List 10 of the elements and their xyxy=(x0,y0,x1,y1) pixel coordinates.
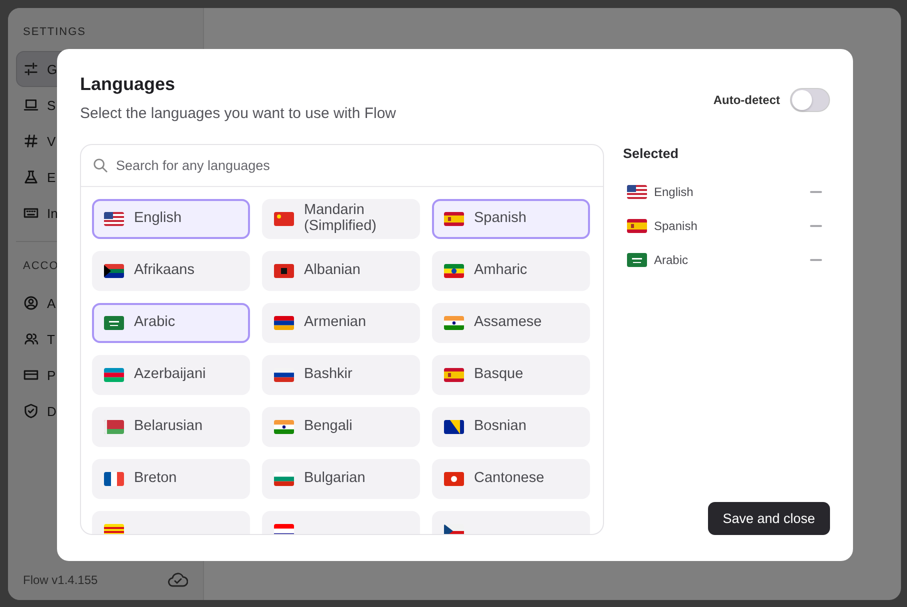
dialog-subtitle: Select the languages you want to use with Flow xyxy=(80,105,396,122)
selected-language: Arabic xyxy=(623,243,830,277)
selected-heading: Selected xyxy=(623,146,680,161)
toggle-label: Auto-detect xyxy=(713,93,780,107)
dialog-title: Languages xyxy=(80,74,176,95)
version-label: Flow v1.4.155 xyxy=(23,573,98,587)
selected-language: Spanish xyxy=(623,209,830,243)
section-heading: SETTINGS xyxy=(23,26,86,38)
section-heading: ACCO xyxy=(23,260,59,272)
selected-language: English xyxy=(623,175,830,209)
